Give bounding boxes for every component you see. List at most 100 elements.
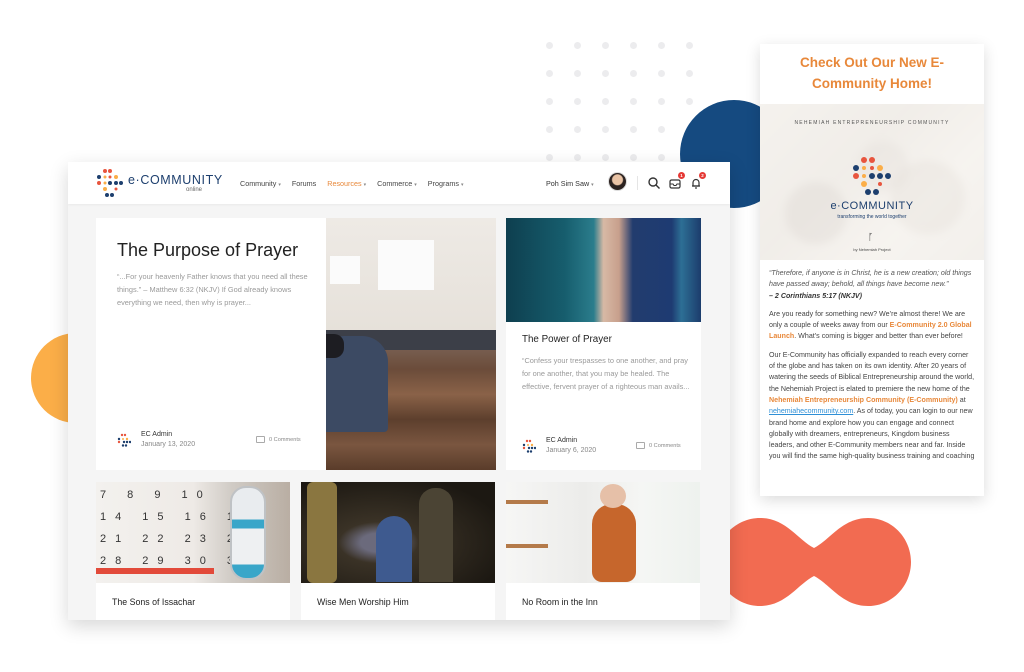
top-navigation-bar: e·COMMUNITY online Community ▾ Forums Res…: [68, 162, 730, 204]
logo-subtitle: online: [186, 187, 203, 193]
post-comments[interactable]: 0 Comments: [256, 436, 301, 443]
comment-icon: [256, 436, 265, 443]
hero-caption: NEHEMIAH ENTREPRENEURSHIP COMMUNITY: [794, 120, 950, 126]
user-menu[interactable]: Poh Sim Saw ▾: [546, 179, 594, 188]
post-image-newborn[interactable]: [506, 482, 700, 583]
decorative-dot: [546, 126, 553, 133]
author-avatar-icon: [522, 439, 536, 453]
decorative-dot: [602, 154, 609, 161]
chevron-down-icon: ▾: [278, 182, 281, 188]
inbox-icon[interactable]: 1: [668, 172, 685, 190]
bible-verse-reference: – 2 Corinthians 5:17 (NKJV): [769, 291, 863, 300]
hero-by-line: by Nehemiah Project: [853, 247, 891, 252]
decorative-dot: [686, 70, 693, 77]
decorative-dot: [602, 70, 609, 77]
hero-tagline: transforming the world together: [837, 214, 907, 220]
logo-wordmark[interactable]: e·COMMUNITY: [128, 173, 223, 187]
decorative-dot: [630, 70, 637, 77]
decorative-dot: [546, 42, 553, 49]
post-card[interactable]: 7 8 9 10 14 15 16 17 21 22 23 24 28 29 3…: [96, 482, 290, 620]
decorative-dot: [686, 98, 693, 105]
post-excerpt: “Confess your trespasses to one another,…: [522, 356, 690, 391]
user-avatar[interactable]: [608, 172, 627, 191]
post-meta: EC Admin January 13, 2020: [117, 430, 195, 450]
website-link[interactable]: nehemiahecommunity.com: [769, 407, 853, 415]
decorative-dot: [574, 154, 581, 161]
post-image-church-pews[interactable]: [326, 218, 496, 470]
chevron-down-icon: ▾: [591, 182, 594, 188]
decorative-dot: [546, 98, 553, 105]
decorative-dot: [630, 98, 637, 105]
paragraph-2: Our E-Community has officially expanded …: [769, 350, 975, 461]
post-title[interactable]: The Sons of Issachar: [112, 597, 195, 607]
author-avatar-icon: [117, 433, 131, 447]
featured-post-card[interactable]: The Purpose of Prayer “...For your heave…: [96, 218, 496, 470]
post-title[interactable]: No Room in the Inn: [522, 597, 598, 607]
nav-item-programs[interactable]: Programs ▾: [428, 179, 464, 188]
e-community-logo-icon[interactable]: [95, 168, 123, 198]
post-title[interactable]: The Purpose of Prayer: [117, 240, 298, 261]
announcement-title: Check Out Our New E-Community Home!: [799, 55, 945, 91]
decorative-dot: [630, 154, 637, 161]
decorative-dot: [602, 126, 609, 133]
post-title[interactable]: Wise Men Worship Him: [317, 597, 409, 607]
decorative-dot: [658, 98, 665, 105]
post-image-calendar-hourglass[interactable]: 7 8 9 10 14 15 16 17 21 22 23 24 28 29 3…: [96, 482, 290, 583]
decorative-dot: [658, 154, 665, 161]
chevron-down-icon: ▾: [414, 182, 417, 188]
nehemiah-project-icon: ᚪ: [868, 232, 874, 242]
e-community-logo-icon: [853, 157, 891, 195]
decorative-dot-grid: [546, 42, 693, 161]
post-author[interactable]: EC Admin: [141, 430, 195, 440]
post-excerpt: “...For your heavenly Father knows that …: [117, 272, 308, 307]
notification-badge: 2: [699, 172, 706, 179]
post-comments[interactable]: 0 Comments: [636, 442, 681, 449]
paragraph-1: Are you ready for something new? We’re a…: [769, 309, 972, 341]
nav-item-resources[interactable]: Resources ▾: [327, 179, 366, 188]
decorative-dot: [546, 70, 553, 77]
decorative-dot: [574, 42, 581, 49]
decorative-dot: [630, 42, 637, 49]
decorative-dot: [658, 70, 665, 77]
search-icon[interactable]: [647, 176, 661, 190]
desktop-site-preview: e·COMMUNITY online Community ▾ Forums Res…: [68, 162, 730, 620]
post-card[interactable]: No Room in the Inn: [506, 482, 700, 620]
main-menu: Community ▾ Forums Resources ▾ Commerce ▾ P…: [240, 179, 463, 188]
post-card[interactable]: The Power of Prayer “Confess your trespa…: [506, 218, 701, 470]
decorative-dot: [658, 126, 665, 133]
decorative-dot: [602, 42, 609, 49]
post-date: January 13, 2020: [141, 441, 196, 448]
post-card[interactable]: Wise Men Worship Him: [301, 482, 495, 620]
nav-divider: [637, 176, 638, 190]
decorative-dot: [602, 98, 609, 105]
announcement-hero-image: NEHEMIAH ENTREPRENEURSHIP COMMUNITY e·CO…: [760, 104, 984, 260]
bible-verse: “Therefore, if anyone is in Christ, he i…: [769, 269, 972, 289]
announcement-body: “Therefore, if anyone is in Christ, he i…: [760, 260, 984, 463]
bell-icon[interactable]: 2: [689, 172, 706, 190]
inbox-badge: 1: [678, 172, 685, 179]
user-name: Poh Sim Saw: [546, 179, 590, 188]
decorative-dot: [574, 126, 581, 133]
community-highlight: Nehemiah Entrepreneurship Community (E-C…: [769, 395, 958, 404]
hero-brand: e·COMMUNITY: [830, 200, 914, 212]
post-meta: EC Admin January 6, 2020: [522, 436, 596, 456]
decorative-dot: [658, 42, 665, 49]
post-author[interactable]: EC Admin: [546, 436, 596, 446]
chevron-down-icon: ▾: [460, 182, 464, 188]
comment-icon: [636, 442, 645, 449]
decorative-dot: [630, 126, 637, 133]
decorative-dot: [546, 154, 553, 161]
nav-item-commerce[interactable]: Commerce ▾: [377, 179, 417, 188]
nav-item-community[interactable]: Community ▾: [240, 179, 281, 188]
post-title[interactable]: The Power of Prayer: [522, 334, 612, 345]
mobile-announcement-card: Check Out Our New E-Community Home! NEHE…: [760, 44, 984, 496]
chevron-down-icon: ▾: [363, 182, 367, 188]
post-date: January 6, 2020: [546, 447, 597, 454]
decorative-dot: [686, 42, 693, 49]
nav-item-forums[interactable]: Forums: [292, 179, 316, 188]
post-image-nativity[interactable]: [301, 482, 495, 583]
post-image-praying-hands[interactable]: [506, 218, 701, 322]
decorative-dot: [574, 70, 581, 77]
decorative-coral-blob: [716, 518, 911, 606]
decorative-dot: [574, 98, 581, 105]
